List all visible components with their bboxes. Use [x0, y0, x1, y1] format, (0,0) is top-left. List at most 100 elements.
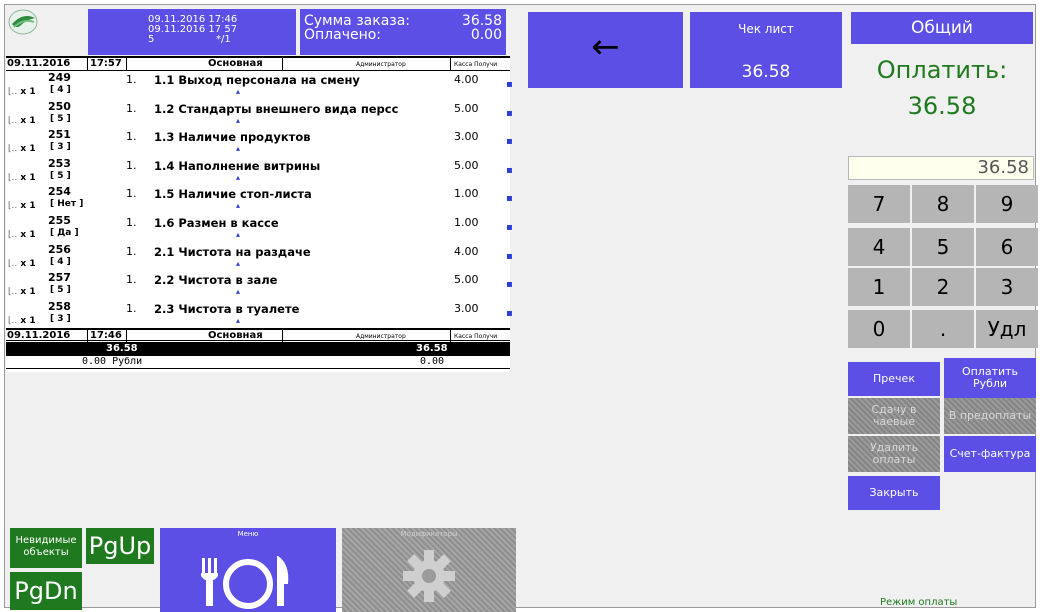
- key-5[interactable]: 5: [912, 228, 974, 266]
- list-header-role: Администратор: [356, 61, 406, 68]
- item-price: 3.00: [454, 130, 479, 144]
- invisible-objects-button[interactable]: Невидимые объекты: [10, 528, 82, 568]
- key-7[interactable]: 7: [848, 185, 910, 223]
- item-modifier: [ 3 ]: [50, 142, 71, 153]
- item-qty: 1.: [126, 215, 137, 229]
- item-code: 258: [48, 299, 71, 313]
- list-header-date: 09.11.2016: [7, 58, 71, 69]
- item-marker-icon: ▪: [506, 136, 513, 148]
- item-code: 249: [48, 71, 71, 84]
- change-to-tips-button: Сдачу в чаевые: [848, 398, 940, 434]
- item-marker-icon: ▪: [506, 107, 513, 119]
- item-code: 257: [48, 271, 71, 285]
- item-modifier: [ 3 ]: [50, 313, 71, 324]
- item-marker-icon: ▪: [506, 250, 513, 262]
- list-item[interactable]: 253 1. 1.4 Наполнение витрины 5.00 ▪ ▴ ⌊…: [6, 156, 513, 186]
- item-price: 1.00: [454, 187, 479, 201]
- list-item[interactable]: 256 1. 2.1 Чистота на раздаче 4.00 ▪ ▴ ⌊…: [6, 243, 513, 272]
- key-3[interactable]: 3: [976, 268, 1038, 306]
- list-item[interactable]: 250 1. 1.2 Стандарты внешнего вида персс…: [6, 99, 513, 129]
- key-8[interactable]: 8: [912, 185, 974, 223]
- list-header-section: Основная: [208, 58, 263, 69]
- invoice-button[interactable]: Счет-фактура: [944, 436, 1036, 472]
- key-6[interactable]: 6: [976, 228, 1038, 266]
- arrow-left-icon: ←: [591, 27, 620, 67]
- key-1[interactable]: 1: [848, 268, 910, 306]
- item-mult: ⌊.. x 1: [8, 315, 36, 326]
- item-marker-icon: ▪: [506, 79, 513, 90]
- checklist-button[interactable]: Чек лист 36.58: [690, 12, 842, 88]
- item-name: 1.1 Выход персонала на смену: [154, 73, 360, 87]
- item-price: 5.00: [454, 273, 479, 287]
- list-item[interactable]: 257 1. 2.2 Чистота в зале 5.00 ▪ ▴ ⌊.. x…: [6, 271, 513, 300]
- item-code: 250: [48, 99, 71, 113]
- checklist-label: Чек лист: [738, 22, 794, 36]
- item-modifier: [ 5 ]: [50, 113, 71, 124]
- order-date-block: 09.11.2016 17:46 09.11.2016 17 57 5 */1: [88, 9, 296, 55]
- item-code: 255: [48, 213, 71, 227]
- back-button[interactable]: ←: [528, 12, 683, 88]
- item-name: 1.3 Наличие продуктов: [154, 130, 311, 145]
- amount-input[interactable]: 36.58: [848, 156, 1034, 180]
- list-item[interactable]: 255 1. 1.6 Размен в кассе 1.00 ▪ ▴ ⌊.. x…: [6, 213, 513, 243]
- item-tick-icon: ▴: [236, 87, 241, 96]
- item-qty: 1.: [126, 130, 137, 144]
- item-modifier: [ 4 ]: [50, 256, 71, 267]
- item-price: 4.00: [454, 244, 479, 258]
- item-qty: 1.: [126, 244, 137, 258]
- delete-payments-button: Удалить оплаты: [848, 436, 940, 472]
- key-4[interactable]: 4: [848, 228, 910, 266]
- item-tick-icon: ▴: [236, 229, 241, 239]
- key-dot[interactable]: .: [912, 310, 974, 348]
- order-guest-count: 5: [148, 34, 155, 45]
- item-qty: 1.: [126, 187, 137, 201]
- item-marker-icon: ▪: [506, 193, 513, 205]
- close-button[interactable]: Закрыть: [848, 476, 940, 510]
- key-delete[interactable]: Удл: [976, 310, 1038, 348]
- item-code: 251: [48, 128, 71, 142]
- page-up-button[interactable]: PgUp: [86, 528, 154, 564]
- item-name: 2.2 Чистота в зале: [154, 273, 278, 288]
- list-item[interactable]: 251 1. 1.3 Наличие продуктов 3.00 ▪ ▴ ⌊.…: [6, 128, 513, 157]
- list-item[interactable]: 249 1. 1.1 Выход персонала на смену 4.00…: [6, 71, 513, 100]
- list-item[interactable]: 254 1. 1.5 Наличие стоп-листа 1.00 ▪ ▴ ⌊…: [6, 185, 513, 214]
- item-modifier: [ Да ]: [50, 227, 79, 238]
- item-name: 1.5 Наличие стоп-листа: [154, 187, 312, 202]
- item-tick-icon: ▴: [236, 287, 241, 297]
- item-tick-icon: ▴: [236, 115, 241, 125]
- list-header-time: 17:57: [90, 58, 122, 69]
- list-item[interactable]: 258 1. 2.3 Чистота в туалете 3.00 ▪ ▴ ⌊.…: [6, 299, 513, 329]
- item-price: 3.00: [454, 301, 479, 315]
- list-top-header: 09.11.2016 17:57 Основная Администратор …: [6, 58, 510, 71]
- item-qty: 1.: [126, 301, 137, 315]
- precheck-button[interactable]: Пречек: [848, 362, 940, 396]
- pay-rub-button[interactable]: Оплатить Рубли: [944, 358, 1036, 398]
- page-down-button[interactable]: PgDn: [10, 572, 82, 610]
- key-2[interactable]: 2: [912, 268, 974, 306]
- item-qty: 1.: [126, 101, 137, 115]
- key-0[interactable]: 0: [848, 310, 910, 348]
- item-marker-icon: ▪: [506, 221, 513, 233]
- item-tick-icon: ▴: [236, 258, 241, 268]
- checklist-amount: 36.58: [741, 62, 791, 82]
- order-panel: 09.11.2016 17:46 09.11.2016 17 57 5 */1 …: [6, 6, 516, 612]
- item-code: 254: [48, 185, 71, 199]
- order-items-list[interactable]: 09.11.2016 17:57 Основная Администратор …: [6, 56, 513, 372]
- sum-value: 36.58: [461, 13, 502, 29]
- item-marker-icon: ▪: [506, 164, 513, 176]
- paid-row: 0.00 Рубли 0.00: [6, 356, 510, 369]
- total-right: 36.58: [416, 343, 448, 354]
- item-tick-icon: ▴: [236, 172, 241, 182]
- item-qty: 1.: [126, 273, 137, 287]
- key-9[interactable]: 9: [976, 185, 1038, 223]
- general-button[interactable]: Общий: [851, 12, 1033, 44]
- item-price: 5.00: [454, 101, 479, 115]
- bottom-header-role: Администратор: [356, 333, 406, 340]
- order-sum-block: Сумма заказа: 36.58 Оплачено: 0.00: [300, 9, 506, 55]
- item-code: 253: [48, 156, 71, 170]
- items-container: 249 1. 1.1 Выход персонала на смену 4.00…: [6, 71, 513, 329]
- paid-right: 0.00: [420, 356, 445, 367]
- item-modifier: [ 5 ]: [50, 285, 71, 296]
- menu-button[interactable]: Меню: [160, 528, 336, 612]
- item-price: 1.00: [454, 215, 479, 229]
